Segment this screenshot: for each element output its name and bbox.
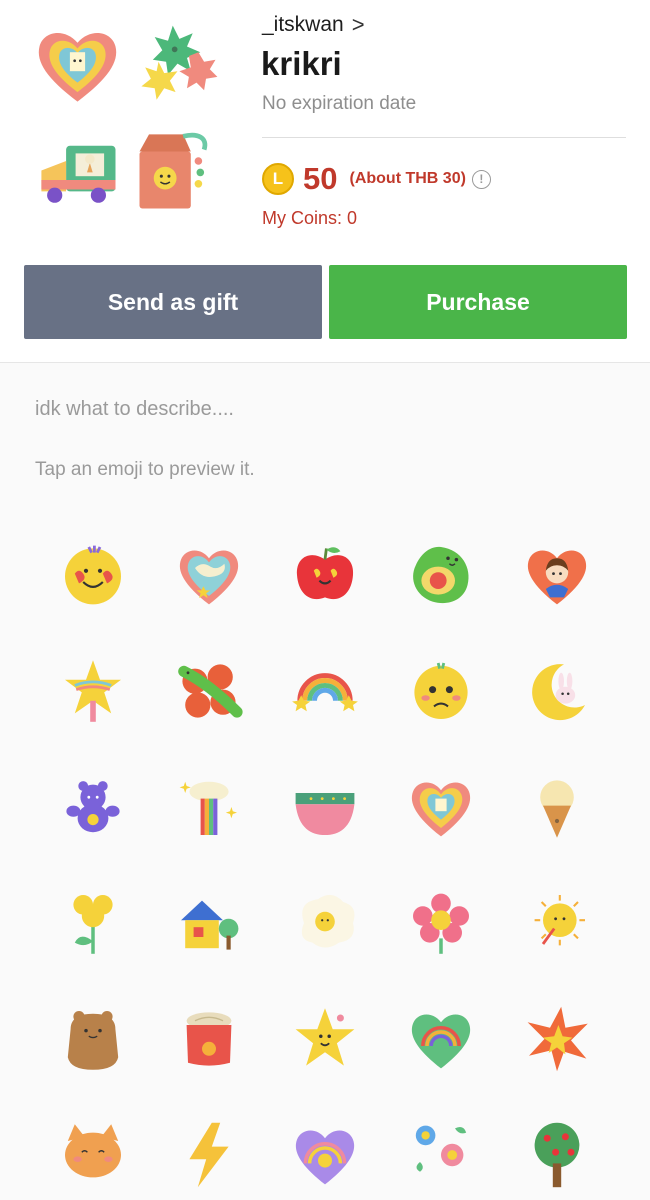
avocado-icon[interactable]	[406, 540, 476, 610]
bowl-icon[interactable]	[290, 772, 360, 842]
package-thumbnails	[30, 18, 230, 218]
line-coin-icon: L	[262, 163, 294, 195]
purple-bear-icon[interactable]	[58, 772, 128, 842]
clover-caterpillar-icon[interactable]	[174, 656, 244, 726]
preview-hint: Tap an emoji to preview it.	[35, 459, 255, 480]
package-header: _itskwan > krikri No expiration date L 5…	[0, 0, 650, 363]
chevron-right-icon: >	[351, 12, 365, 37]
pink-flower-icon[interactable]	[406, 888, 476, 958]
star-smiley-icon[interactable]	[290, 1004, 360, 1074]
heart-frame-icon	[30, 18, 125, 113]
stars-icon	[130, 18, 225, 113]
cat-icon[interactable]	[58, 1120, 128, 1190]
burst-icon[interactable]	[522, 1004, 592, 1074]
package-description: idk what to describe....	[35, 398, 234, 420]
apple-icon[interactable]	[290, 540, 360, 610]
star-wand-icon[interactable]	[58, 656, 128, 726]
moon-bunny-icon[interactable]	[522, 656, 592, 726]
heart-frame-icon[interactable]	[406, 772, 476, 842]
house-icon[interactable]	[174, 888, 244, 958]
send-as-gift-button[interactable]: Send as gift	[24, 265, 322, 339]
apple-tree-icon[interactable]	[522, 1120, 592, 1190]
fried-egg-icon[interactable]	[290, 888, 360, 958]
price-approx: (About THB 30)	[349, 170, 466, 187]
yellow-flower-icon[interactable]	[58, 888, 128, 958]
brown-bear-icon[interactable]	[58, 1004, 128, 1074]
expiry-text: No expiration date	[262, 93, 417, 114]
heart-icon[interactable]	[174, 540, 244, 610]
purchase-button[interactable]: Purchase	[329, 265, 627, 339]
smiley-face-icon[interactable]	[58, 540, 128, 610]
milk-carton-icon	[130, 123, 225, 218]
worried-face-icon[interactable]	[406, 656, 476, 726]
creator-name[interactable]: _itskwan	[262, 13, 344, 37]
boy-heart-icon[interactable]	[522, 540, 592, 610]
ice-cream-truck-icon	[30, 123, 125, 218]
lightning-icon[interactable]	[174, 1120, 244, 1190]
info-icon[interactable]: !	[471, 169, 491, 189]
rainbow-icon[interactable]	[290, 656, 360, 726]
purple-heart-icon[interactable]	[290, 1120, 360, 1190]
ice-cream-cone-icon[interactable]	[522, 772, 592, 842]
creator-link[interactable]: _itskwan >	[262, 12, 365, 38]
rainbow-cloud-icon[interactable]	[174, 772, 244, 842]
flowers-icon[interactable]	[406, 1120, 476, 1190]
rainbow-heart-icon[interactable]	[406, 1004, 476, 1074]
price-value: 50	[303, 161, 338, 196]
price-row: L 50 (About THB 30) !	[262, 161, 491, 197]
divider	[262, 137, 626, 138]
sun-icon[interactable]	[522, 888, 592, 958]
my-coins: My Coins: 0	[262, 208, 358, 228]
package-title: krikri	[261, 45, 342, 82]
jar-icon[interactable]	[174, 1004, 244, 1074]
